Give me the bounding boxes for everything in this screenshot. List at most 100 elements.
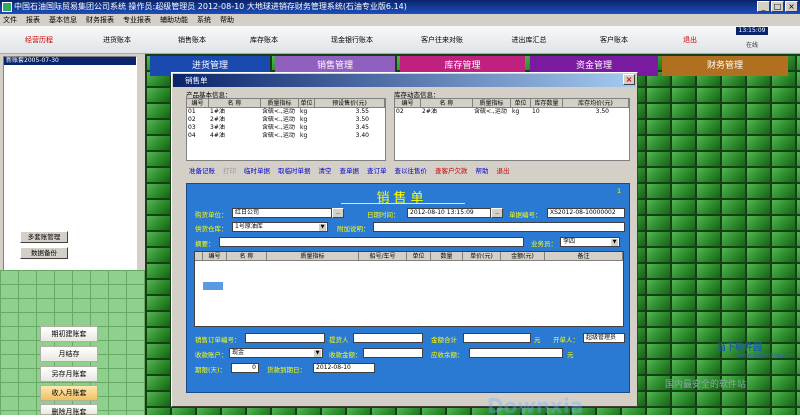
total-unit: 元 — [534, 336, 541, 344]
query-order-button[interactable]: 查订单 — [363, 164, 391, 178]
toolbar-client-book[interactable]: 客户账本 — [585, 30, 643, 50]
table-row[interactable]: 03 3#油 含硫<.,运动 kg 3.45 — [187, 124, 385, 132]
multi-account-button[interactable]: 多套账管理 — [20, 231, 68, 243]
receiver-label: 提货人 — [329, 336, 349, 344]
exit-button[interactable]: 退出 — [493, 164, 514, 178]
toolbar-purchase-book[interactable]: 进货账本 — [88, 30, 146, 50]
product-table[interactable]: 编号 名 称 质量指标 单位 预设售价(元) 01 1#油 含硫<.,运动 kg 3.5… — [186, 98, 386, 161]
account-label: 收款账户： — [195, 351, 228, 359]
menu-tools[interactable]: 辅助功能 — [160, 14, 188, 26]
brand-slogan: 国内最安全的软件站 — [665, 380, 747, 390]
clear-button[interactable]: 清空 — [315, 164, 336, 178]
toolbar: 经营历程 进货账本 销售账本 库存账本 现金银行账本 客户往来对账 进出库汇总 … — [0, 26, 800, 54]
title-underline — [341, 203, 465, 204]
toolbar-client-reconcile[interactable]: 客户往来对账 — [408, 30, 476, 50]
stock-table[interactable]: 编号 名 称 质量指标 单位 库存数量 库存均价(元) 02 2#油 含硫<.,运动… — [394, 98, 630, 161]
total-label: 金额合计 — [431, 336, 457, 344]
table-row[interactable]: 04 4#油 含硫<.,运动 kg 3.40 — [187, 132, 385, 140]
corner-mark: 1 — [617, 187, 622, 195]
dialog-button-row: 准备记账 打印 临时单据 取临时单据 清空 查单据 查订单 查以往售价 查客户欠… — [185, 164, 514, 178]
app-icon — [2, 2, 12, 12]
toolbar-inout-summary[interactable]: 进出库汇总 — [500, 30, 558, 50]
warehouse-label: 供货仓库： — [195, 225, 228, 233]
help-button[interactable]: 帮助 — [472, 164, 493, 178]
due-field — [469, 348, 563, 358]
due-unit: 元 — [567, 351, 574, 359]
menu-finance-reports[interactable]: 财务报表 — [86, 14, 114, 26]
menu-bar: 文件 报表 基本信息 财务报表 专业报表 辅助功能 系统 帮助 — [0, 14, 800, 26]
stock-col-quality: 质量指标 — [473, 99, 511, 108]
print-button[interactable]: 打印 — [219, 164, 240, 178]
side-nav-load-month[interactable]: 收入月账套 — [40, 385, 98, 401]
side-nav-save-month[interactable]: 另存月账套 — [40, 366, 98, 382]
warehouse-select[interactable]: 1号原油库 ▼ — [232, 222, 328, 232]
table-row[interactable]: 02 2#油 含硫<.,运动 kg 10 3.50 — [395, 108, 629, 116]
query-debt-button[interactable]: 查客户欠款 — [431, 164, 472, 178]
load-temp-doc-button[interactable]: 取临时单据 — [274, 164, 315, 178]
summary-field[interactable] — [219, 237, 524, 247]
toolbar-sales-book[interactable]: 销售账本 — [163, 30, 221, 50]
toolbar-cash-book[interactable]: 现金银行账本 — [318, 30, 386, 50]
toolbar-history[interactable]: 经营历程 — [10, 30, 68, 50]
temp-doc-button[interactable]: 临时单据 — [240, 164, 274, 178]
detail-table[interactable]: 编号 名 称 质量指标 船号/车号 单位 数量 单价(元) 金额(元) 备注 — [194, 251, 624, 327]
side-nav-delete-month[interactable]: 删除月账套 — [40, 404, 98, 416]
stock-col-unit: 单位 — [511, 99, 531, 108]
staff-select[interactable]: 李四 ▼ — [560, 237, 620, 247]
maximize-button[interactable]: □ — [771, 1, 784, 12]
module-tab-finance[interactable]: 财务管理 — [662, 56, 788, 76]
menu-help[interactable]: 帮助 — [220, 14, 234, 26]
query-doc-button[interactable]: 查单据 — [336, 164, 364, 178]
menu-basic-info[interactable]: 基本信息 — [49, 14, 77, 26]
menu-system[interactable]: 系统 — [197, 14, 211, 26]
due-label: 应收余额： — [431, 351, 464, 359]
account-list-item[interactable]: 新账套2005-07-30 — [4, 57, 136, 65]
product-col-id: 编号 — [187, 99, 209, 108]
doc-no-label: 单据编号： — [509, 211, 542, 219]
menu-file[interactable]: 文件 — [3, 14, 17, 26]
date-pick-button[interactable]: .. — [491, 208, 503, 218]
term-field[interactable]: 0 — [231, 363, 259, 373]
product-col-price: 预设售价(元) — [315, 99, 385, 108]
stock-col-qty: 库存数量 — [531, 99, 563, 108]
receiver-field[interactable] — [353, 333, 423, 343]
stock-col-id: 编号 — [395, 99, 421, 108]
received-field[interactable] — [363, 348, 423, 358]
selected-cell[interactable] — [203, 282, 223, 290]
status-tag: 在线 — [746, 42, 759, 49]
staff-label: 业务员： — [531, 240, 557, 248]
term-label: 期限(天)： — [195, 366, 227, 374]
sales-form: 销售单 1 购货单位： 红日公司 .. 日期时间： 2012-08-10 13:… — [186, 183, 630, 418]
dialog-close-button[interactable]: × — [623, 74, 635, 85]
menu-special-reports[interactable]: 专业报表 — [123, 14, 151, 26]
doc-no-field[interactable]: XS2012-08-10000002 — [547, 208, 625, 218]
chevron-down-icon: ▼ — [314, 350, 321, 357]
table-row[interactable]: 02 2#油 含硫<.,运动 kg 3.50 — [187, 116, 385, 124]
note-field[interactable] — [373, 222, 625, 232]
side-nav-open-account[interactable]: 期初建账套 — [40, 326, 98, 342]
product-col-quality: 质量指标 — [261, 99, 299, 108]
chevron-down-icon: ▼ — [611, 239, 618, 246]
date-label: 日期时间： — [367, 211, 400, 219]
side-nav-month-close[interactable]: 月结存 — [40, 346, 98, 362]
toolbar-exit[interactable]: 退出 — [668, 30, 712, 50]
buyer-pick-button[interactable]: .. — [332, 208, 344, 218]
menu-reports[interactable]: 报表 — [26, 14, 40, 26]
brand-url: www.DownXia.com — [737, 352, 795, 359]
window-title: 中国石油国际贸易集团公司系统 操作员:超级管理员 2012-08-10 大地球进… — [14, 2, 407, 11]
minimize-button[interactable]: _ — [757, 1, 770, 12]
opener-field: 超级管理员 — [583, 333, 625, 343]
order-no-label: 销售订单编号： — [195, 336, 241, 344]
order-no-field[interactable] — [245, 333, 325, 343]
deadline-field[interactable]: 2012-08-10 — [313, 363, 375, 373]
buyer-field[interactable]: 红日公司 — [232, 208, 332, 218]
backup-button[interactable]: 数据备份 — [20, 247, 68, 259]
account-select[interactable]: 现金 ▼ — [229, 348, 323, 358]
toolbar-stock-book[interactable]: 库存账本 — [235, 30, 293, 50]
stock-col-name: 名 称 — [421, 99, 473, 108]
close-button[interactable]: × — [785, 1, 798, 12]
date-field[interactable]: 2012-08-10 13:15:09 — [407, 208, 491, 218]
table-row[interactable]: 01 1#油 含硫<.,运动 kg 3.55 — [187, 108, 385, 116]
query-price-button[interactable]: 查以往售价 — [391, 164, 432, 178]
prepare-post-button[interactable]: 准备记账 — [185, 164, 219, 178]
